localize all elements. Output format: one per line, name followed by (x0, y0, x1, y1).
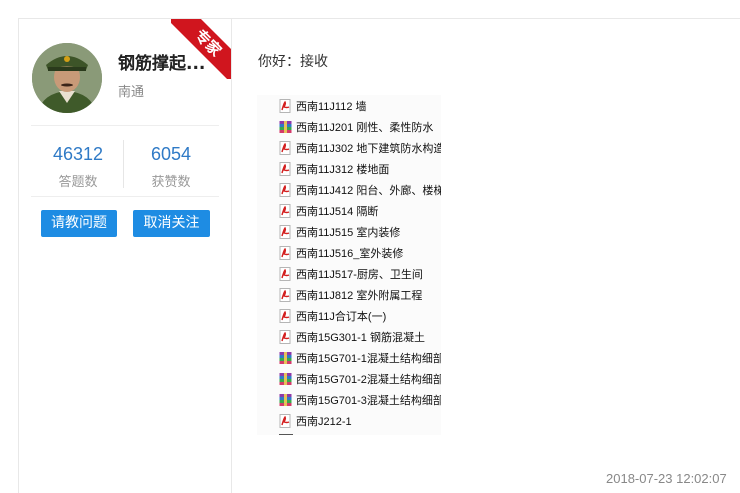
file-list: 西南11J112 墙西南11J201 刚性、柔性防水 西南11J302 地下建筑防… (279, 95, 441, 431)
answer-count-label: 答题数 (58, 175, 98, 190)
file-name: 西南11J812 室外附属工程 (296, 289, 423, 302)
pdf-icon (279, 329, 292, 344)
message-greeting: 你好：接收 (258, 54, 328, 70)
divider (31, 196, 219, 197)
file-list-item: 西南11J412 阳台、外廊、楼梯 (279, 179, 441, 200)
like-count: 6054 (150, 144, 192, 164)
expert-badge-label: 专家 (171, 19, 231, 79)
file-list-item: 西南15G701-1混凝土结构细部 (279, 347, 441, 368)
rar-icon (279, 393, 292, 407)
file-list-item: 西南11J514 隔断 (279, 200, 441, 221)
pdf-icon (279, 413, 292, 428)
expert-location: 南通 (118, 85, 145, 100)
file-name: 西南11J201 刚性、柔性防水 (296, 121, 434, 134)
pdf-icon (279, 203, 292, 218)
like-count-stat: 6054 获赞数 (126, 144, 216, 190)
answer-count: 46312 (52, 144, 104, 164)
file-name: 西南11J302 地下建筑防水构造 (296, 142, 441, 155)
file-list-item: 西南11J112 墙 (279, 95, 441, 116)
unfollow-button[interactable]: 取消关注 (133, 210, 210, 237)
file-name: 西南11J514 隔断 (296, 205, 379, 218)
pdf-icon (279, 140, 292, 155)
like-count-label: 获赞数 (151, 175, 191, 190)
file-list-item: 西南11J812 室外附属工程 (279, 284, 441, 305)
pdf-icon (279, 308, 292, 323)
file-list-item: 西南11J312 楼地面 (279, 158, 441, 179)
attached-file-list-image: 西南11J112 墙西南11J201 刚性、柔性防水 西南11J302 地下建筑防… (257, 95, 441, 435)
file-list-item: 西南15G701-3混凝土结构细部 (279, 389, 441, 410)
divider (31, 125, 219, 126)
answer-count-stat: 46312 答题数 (33, 144, 123, 190)
file-list-item: 西南11J516_室外装修 (279, 242, 441, 263)
pdf-icon (279, 287, 292, 302)
file-list-item: 西南11J302 地下建筑防水构造 (279, 137, 441, 158)
rar-icon (279, 120, 292, 134)
file-name: 西南11J516_室外装修 (296, 247, 404, 260)
pdf-icon (279, 182, 292, 197)
file-name: 西南11J112 墙 (296, 100, 367, 113)
file-name: 西南15G301-1 钢筋混凝土 (296, 331, 425, 344)
rar-icon (279, 351, 292, 365)
cropped-row-edge (279, 434, 293, 435)
file-name: 西南15G701-2混凝土结构细部 (296, 373, 441, 386)
file-list-item: 西南11J515 室内装修 (279, 221, 441, 242)
file-name: 西南11J517-厨房、卫生间 (296, 268, 423, 281)
pdf-icon (279, 161, 292, 176)
avatar[interactable] (32, 43, 102, 113)
file-name: 西南11J412 阳台、外廊、楼梯 (296, 184, 441, 197)
expert-badge: 专家 (171, 19, 231, 79)
file-name: 西南11J312 楼地面 (296, 163, 390, 176)
message-timestamp: 2018-07-23 12:02:07 (606, 471, 727, 486)
pdf-icon (279, 266, 292, 281)
file-name: 西南15G701-3混凝土结构细部 (296, 394, 441, 407)
pdf-icon (279, 224, 292, 239)
file-name: 西南15G701-1混凝土结构细部 (296, 352, 441, 365)
file-list-item: 西南15G701-2混凝土结构细部 (279, 368, 441, 389)
pdf-icon (279, 245, 292, 260)
file-name: 西南11J515 室内装修 (296, 226, 401, 239)
file-list-item: 西南J212-1 (279, 410, 441, 431)
file-name: 西南11J合订本(一) (296, 310, 387, 323)
file-name: 西南J212-1 (296, 415, 352, 428)
file-list-item: 西南11J517-厨房、卫生间 (279, 263, 441, 284)
file-list-item: 西南15G301-1 钢筋混凝土 (279, 326, 441, 347)
ask-question-button[interactable]: 请教问题 (41, 210, 117, 237)
file-list-item: 西南11J201 刚性、柔性防水 (279, 116, 441, 137)
stat-divider (123, 140, 124, 188)
rar-icon (279, 372, 292, 386)
pdf-icon (279, 98, 292, 113)
expert-profile-card: 钢筋撑起... 南通 专家 46312 答题数 6054 获赞数 请教问题 取消… (21, 19, 232, 493)
file-list-item: 西南11J合订本(一) (279, 305, 441, 326)
